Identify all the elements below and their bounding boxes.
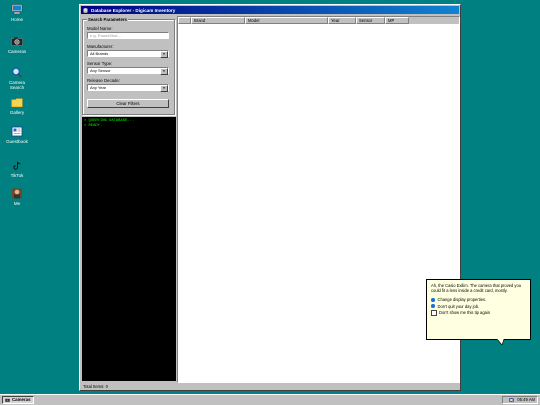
taskbar: Cameras 05:49 AM — [0, 394, 540, 405]
desktop-icon-home[interactable]: Home — [2, 4, 32, 22]
book-icon — [11, 126, 23, 137]
chevron-down-icon[interactable]: ▼ — [160, 85, 168, 92]
column-header-sensor[interactable]: Sensor — [356, 17, 385, 24]
tip-balloon: Ah, the Casio Exilim. The camera that pr… — [426, 279, 531, 340]
desktop-icon-label: Camera Search — [8, 80, 25, 90]
model-name-label: Model Name: — [87, 26, 113, 31]
database-explorer-window: Database Explorer - Digicam Inventory Se… — [79, 4, 461, 391]
tip-option-label: Don't quit your day job. — [437, 303, 480, 309]
manufacturer-value: All Brands — [90, 51, 109, 56]
desktop-icon-label: Home — [10, 17, 23, 22]
desktop-icon-label: Gallery — [9, 110, 25, 115]
console-line: > READY. — [84, 123, 103, 128]
manufacturer-label: Manufacturer: — [87, 44, 114, 49]
camera-icon — [11, 37, 23, 46]
sensor-type-select[interactable]: Any Sensor ▼ — [87, 67, 169, 75]
tip-tail — [497, 339, 505, 345]
desktop-icon-me[interactable]: Me — [2, 188, 32, 206]
tip-text: Ah, the Casio Exilim. The camera that pr… — [431, 283, 522, 294]
results-grid[interactable]: Brand Model Year Sensor MP — [177, 16, 460, 383]
bullet-icon — [431, 298, 435, 302]
desktop-icon-gallery[interactable]: Gallery — [2, 97, 32, 115]
camera-icon — [5, 398, 10, 402]
query-console: > QUERYING DATABASE... > READY. — [82, 117, 176, 381]
release-decade-value: Any Year — [90, 85, 107, 90]
release-decade-select[interactable]: Any Year ▼ — [87, 84, 169, 92]
left-panel: Search Parameters Model Name: e.g. Power… — [82, 16, 175, 115]
column-header-mp[interactable]: MP — [385, 17, 409, 24]
taskbar-button-label: Cameras — [12, 397, 31, 402]
bullet-icon — [431, 304, 435, 308]
sensor-type-label: Sensor Type: — [87, 61, 113, 66]
desktop-icon-label: Cameras — [7, 49, 27, 54]
desktop-icon-label: Me — [13, 201, 21, 206]
person-icon — [12, 188, 22, 199]
column-header-brand[interactable]: Brand — [191, 17, 245, 24]
clear-filters-button[interactable]: Clear Filters — [87, 99, 169, 108]
checkbox-label: Don't show me this tip again — [439, 310, 491, 316]
chevron-down-icon[interactable]: ▼ — [160, 68, 168, 75]
tiktok-icon — [13, 161, 21, 170]
desktop-icon-tiktok[interactable]: TikTok — [2, 160, 32, 178]
column-header-model[interactable]: Model — [245, 17, 328, 24]
dont-show-again-checkbox[interactable]: Don't show me this tip again — [431, 309, 526, 316]
desktop-icon-guestbook[interactable]: Guestbook — [2, 126, 32, 144]
desktop-icon-label: TikTok — [10, 173, 24, 178]
release-decade-label: Release Decade: — [87, 78, 120, 83]
tip-option-dayjob[interactable]: Don't quit your day job. — [431, 304, 526, 309]
system-tray: 05:49 AM — [502, 396, 538, 404]
desktop-icon-camera-search[interactable]: Camera Search — [2, 67, 32, 90]
status-bar: Total Items: 0 — [83, 384, 108, 389]
manufacturer-select[interactable]: All Brands ▼ — [87, 50, 169, 58]
chevron-down-icon[interactable]: ▼ — [160, 51, 168, 58]
column-header-select[interactable] — [178, 17, 191, 24]
desktop-icon-label: Guestbook — [6, 139, 28, 144]
search-parameters-legend: Search Parameters — [87, 17, 128, 22]
clock: 05:49 AM — [517, 397, 535, 402]
computer-icon — [11, 4, 23, 15]
model-name-input[interactable]: e.g. PowerShot... — [87, 32, 169, 39]
window-title: Database Explorer - Digicam Inventory — [91, 7, 176, 13]
database-icon — [83, 7, 88, 13]
search-parameters-group: Search Parameters Model Name: e.g. Power… — [82, 17, 175, 115]
magnifier-icon — [12, 67, 22, 78]
folder-icon — [11, 98, 23, 108]
grid-header: Brand Model Year Sensor MP — [178, 17, 459, 24]
desktop-icon-cameras[interactable]: Cameras — [2, 36, 32, 54]
tip-option-display[interactable]: Change display properties. — [431, 297, 526, 302]
tip-option-label: Change display properties. — [437, 297, 487, 303]
column-header-year[interactable]: Year — [328, 17, 356, 24]
window-titlebar[interactable]: Database Explorer - Digicam Inventory — [81, 6, 459, 14]
taskbar-button-cameras[interactable]: Cameras — [2, 396, 34, 404]
speaker-icon[interactable] — [509, 398, 514, 402]
sensor-type-value: Any Sensor — [90, 68, 111, 73]
checkbox-icon[interactable] — [431, 309, 437, 316]
